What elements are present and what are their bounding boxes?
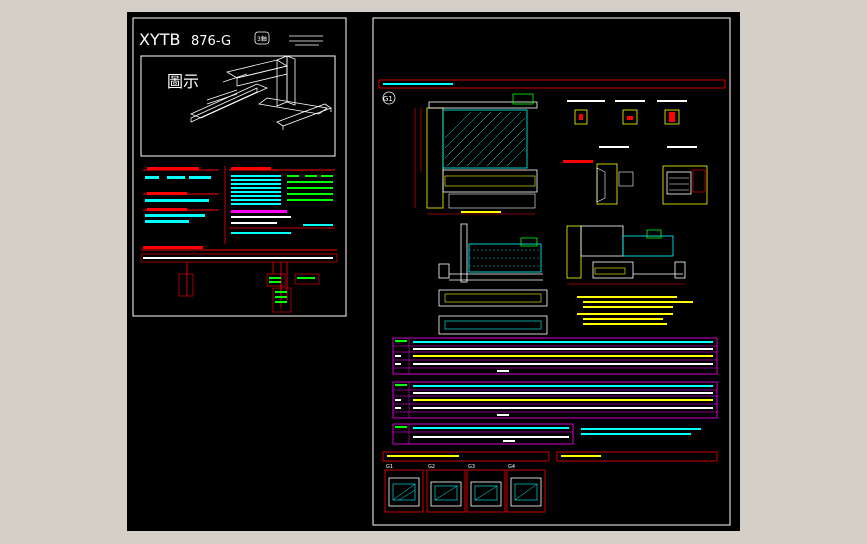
order-code-block [140,246,338,313]
dimension-table-1 [392,337,718,375]
spec-block-right [229,167,335,234]
illustration-box [140,55,336,157]
detail-view-2-label: G2 [428,464,435,470]
notes-block [577,296,693,325]
cad-drawing: XYTB 876-G 3軸 圖示 G1 G1 G2 G3 G4 [132,17,731,526]
front-view-drawing [414,93,538,215]
left-sheet: XYTB 876-G 3軸 圖示 [132,17,347,317]
dimension-table-3 [392,423,701,445]
end-view-drawing [566,225,686,285]
model-number: 876-G [191,34,231,49]
detail-view-3: G3 [466,464,506,513]
detail-view-2: G2 [426,464,466,513]
cad-drawing-canvas[interactable]: XYTB 876-G 3軸 圖示 G1 G1 G2 G3 G4 [127,12,740,531]
side-view-drawing [438,223,548,339]
spec-block-left [143,167,219,223]
view-label: G1 [383,95,393,103]
detail-view-3-label: G3 [468,464,475,470]
section-views-top [563,100,708,205]
detail-view-4: G4 [506,464,546,513]
right-sheet-border [372,17,731,526]
detail-view-1-label: G1 [386,464,393,470]
title-glyphs [289,35,323,46]
dimension-table-2 [392,381,718,419]
detail-view-1: G1 [384,464,424,513]
detail-view-4-label: G4 [508,464,515,470]
right-sheet: G1 G1 G2 G3 G4 [372,17,731,526]
illustration-title: 圖示 [167,72,199,91]
gantry-isometric-illustration [189,55,332,130]
model-prefix: XYTB [139,30,180,49]
axis-badge: 3軸 [257,35,267,43]
